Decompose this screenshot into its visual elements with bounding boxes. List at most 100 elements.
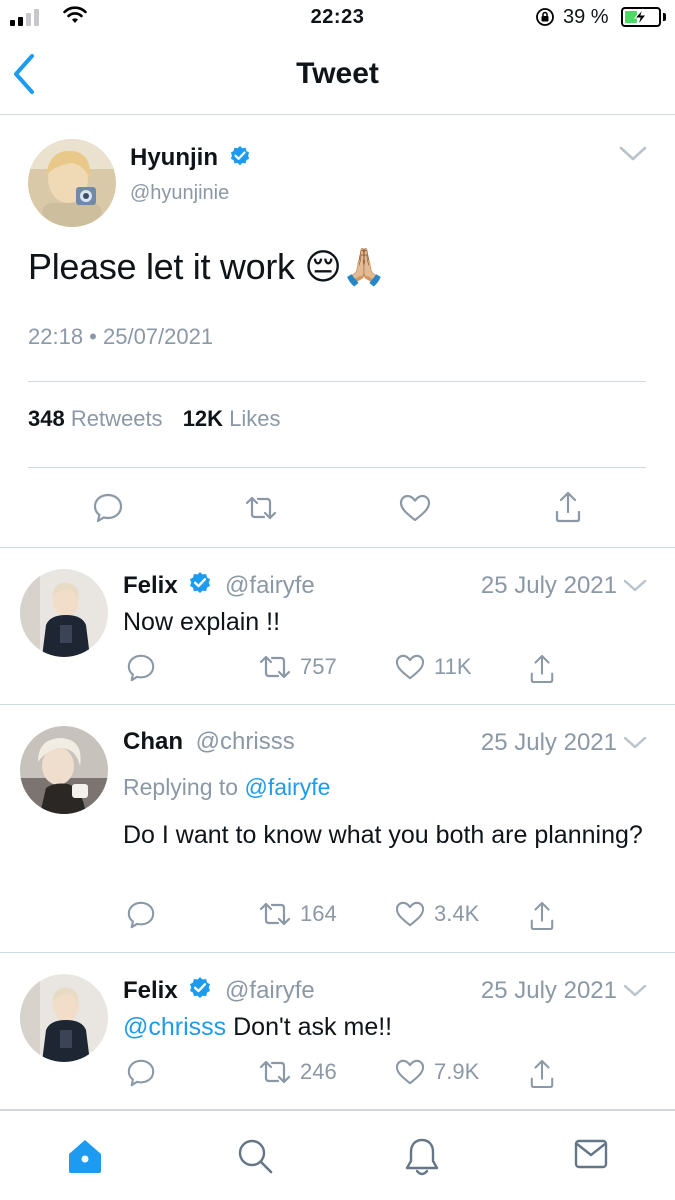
- home-icon[interactable]: [66, 1137, 104, 1175]
- share-button[interactable]: [529, 900, 555, 932]
- tweet-actions: [0, 486, 675, 530]
- reply-text: Do I want to know what you both are plan…: [123, 821, 643, 849]
- retweet-count: 246: [300, 1059, 337, 1084]
- reply-date: 25 July 2021: [480, 977, 617, 1004]
- retweets-count[interactable]: 348: [28, 406, 65, 431]
- reply-author-name: Felix: [123, 977, 178, 1004]
- like-count: 3.4K: [434, 901, 480, 926]
- reply-author[interactable]: Felix @fairyfe: [123, 571, 315, 600]
- share-icon[interactable]: [554, 490, 582, 524]
- verified-badge-icon: [190, 572, 211, 594]
- avatar-image: [28, 139, 116, 227]
- navigation-bar: Tweet: [0, 38, 675, 115]
- divider: [28, 467, 646, 468]
- reply-tweet[interactable]: Chan @chrisss 25 July 2021 Replying to @…: [0, 706, 675, 953]
- retweet-icon[interactable]: [244, 494, 278, 522]
- status-bar: 22:23 39 %: [0, 0, 675, 38]
- avatar-felix[interactable]: [20, 569, 108, 657]
- reply-button[interactable]: [126, 1058, 156, 1088]
- author-name-text: Hyunjin: [130, 144, 218, 171]
- retweet-button[interactable]: 164: [258, 900, 337, 928]
- search-icon[interactable]: [236, 1137, 274, 1175]
- chevron-down-icon[interactable]: [622, 577, 648, 595]
- like-button[interactable]: 7.9K: [394, 1058, 479, 1086]
- likes-label[interactable]: Likes: [229, 406, 280, 431]
- like-icon[interactable]: [398, 493, 432, 523]
- reply-button[interactable]: [126, 653, 156, 683]
- like-icon: [395, 1059, 425, 1085]
- divider: [28, 381, 646, 382]
- like-count: 11K: [434, 654, 472, 679]
- reply-icon: [127, 901, 155, 929]
- replying-to: Replying to @fairyfe: [123, 774, 330, 801]
- share-button[interactable]: [529, 1058, 555, 1090]
- reply-text-body: Don't ask me!!: [233, 1013, 393, 1041]
- retweet-count: 164: [300, 901, 337, 926]
- author-name[interactable]: Hyunjin: [130, 144, 251, 172]
- chevron-down-icon[interactable]: [618, 144, 648, 164]
- likes-count[interactable]: 12K: [183, 406, 223, 431]
- verified-badge-icon: [190, 977, 211, 999]
- reply-tweet[interactable]: Felix @fairyfe 25 July 2021 @chrisss Don…: [0, 954, 675, 1110]
- retweet-icon: [259, 1060, 291, 1084]
- avatar-image: [20, 974, 108, 1062]
- tweet-timestamp: 22:18 • 25/07/2021: [28, 324, 214, 349]
- avatar-felix[interactable]: [20, 974, 108, 1062]
- author-handle[interactable]: @hyunjinie: [130, 182, 229, 205]
- reply-icon: [127, 654, 155, 682]
- tab-bar: [0, 1110, 675, 1200]
- reply-author-handle: @fairyfe: [225, 572, 315, 599]
- replying-to-mention[interactable]: @fairyfe: [244, 774, 330, 800]
- reply-text: Now explain !!: [123, 608, 281, 636]
- share-icon: [530, 901, 554, 931]
- messages-icon[interactable]: [573, 1137, 609, 1171]
- reply-author-handle: @fairyfe: [225, 977, 315, 1004]
- reply-text: @chrisss Don't ask me!!: [123, 1010, 643, 1044]
- rotation-lock-icon: [536, 8, 554, 26]
- charging-bolt-icon: [633, 8, 648, 26]
- battery-cap: [663, 13, 666, 21]
- avatar-image: [20, 569, 108, 657]
- page-title: Tweet: [296, 57, 379, 90]
- like-icon: [395, 654, 425, 680]
- reply-actions: 246 7.9K: [0, 1058, 675, 1094]
- tweet-stats: 348 Retweets 12K Likes: [28, 406, 295, 432]
- share-button[interactable]: [529, 653, 555, 685]
- reply-icon[interactable]: [92, 492, 124, 524]
- retweets-label[interactable]: Retweets: [71, 406, 163, 431]
- battery-icon: [621, 7, 661, 27]
- reply-author-name: Chan: [123, 728, 183, 755]
- notifications-icon[interactable]: [404, 1137, 440, 1177]
- retweet-icon: [259, 655, 291, 679]
- like-button[interactable]: 3.4K: [394, 900, 479, 928]
- reply-author[interactable]: Felix @fairyfe: [123, 976, 315, 1005]
- battery-percent: 39 %: [563, 6, 609, 28]
- retweet-button[interactable]: 757: [258, 653, 337, 681]
- reply-actions: 164 3.4K: [0, 900, 675, 936]
- like-count: 7.9K: [434, 1059, 480, 1084]
- reply-actions: 757 11K: [0, 653, 675, 689]
- reply-author-handle: @chrisss: [195, 728, 295, 755]
- chevron-down-icon[interactable]: [622, 982, 648, 1000]
- like-icon: [395, 901, 425, 927]
- reply-author[interactable]: Chan @chrisss: [123, 728, 295, 756]
- reply-tweet[interactable]: Felix @fairyfe 25 July 2021 Now explain …: [0, 549, 675, 705]
- share-icon: [530, 654, 554, 684]
- share-icon: [530, 1059, 554, 1089]
- verified-badge-icon: [230, 146, 249, 166]
- reply-icon: [127, 1059, 155, 1087]
- like-button[interactable]: 11K: [394, 653, 472, 681]
- chevron-down-icon[interactable]: [622, 734, 648, 752]
- retweet-count: 757: [300, 654, 337, 679]
- retweet-button[interactable]: 246: [258, 1058, 337, 1086]
- main-tweet: Hyunjin @hyunjinie Please let it work 😔🙏…: [0, 116, 675, 548]
- retweet-icon: [259, 902, 291, 926]
- avatar-hyunjin[interactable]: [28, 139, 116, 227]
- avatar-image: [20, 726, 108, 814]
- tweet-text: Please let it work 😔🙏🏼: [28, 246, 387, 287]
- reply-author-name: Felix: [123, 572, 178, 599]
- avatar-chan[interactable]: [20, 726, 108, 814]
- reply-button[interactable]: [126, 900, 156, 930]
- reply-mention[interactable]: @chrisss: [123, 1013, 226, 1041]
- replying-to-label: Replying to: [123, 774, 239, 800]
